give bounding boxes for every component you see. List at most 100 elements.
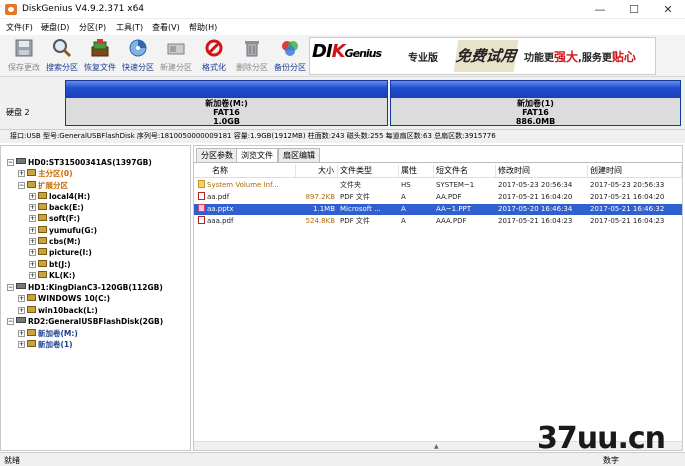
- cell-attr: A: [401, 217, 406, 225]
- tree-partition-node[interactable]: + yumufu(G:): [29, 225, 97, 236]
- close-button[interactable]: ✕: [651, 0, 685, 19]
- table-row[interactable]: System Volume Inf... 文件夹 HS SYSTEM~1 2017-05…: [194, 180, 682, 191]
- menu-disk[interactable]: 硬盘(D): [41, 22, 69, 33]
- tree-partition-node[interactable]: + KL(K:): [29, 270, 75, 281]
- partition-block-1[interactable]: 新加卷(1) FAT16 886.0MB: [390, 80, 681, 126]
- banner-slogan: 功能更强大,服务更贴心: [524, 48, 636, 65]
- col-type[interactable]: 文件类型: [338, 165, 399, 177]
- tree-partition-node[interactable]: + 新加卷(1): [18, 339, 73, 350]
- expand-icon[interactable]: +: [29, 193, 36, 200]
- expand-icon[interactable]: +: [29, 238, 36, 245]
- tab-partition-params[interactable]: 分区参数: [196, 148, 238, 162]
- cell-modified: 2017-05-20 16:46:34: [498, 205, 573, 213]
- quick-partition-icon: [128, 38, 148, 58]
- expand-icon[interactable]: +: [29, 204, 36, 211]
- collapse-icon[interactable]: −: [7, 159, 14, 166]
- col-attr[interactable]: 属性: [399, 165, 434, 177]
- tree-partition-node[interactable]: + bt(J:): [29, 259, 71, 270]
- tree-disk-node[interactable]: − HD0:ST31500341AS(1397GB): [7, 157, 152, 168]
- tree-disk-node[interactable]: − HD1:KingDianC3-120GB(112GB): [7, 282, 163, 293]
- collapse-icon[interactable]: −: [7, 284, 14, 291]
- tree-node-label: WINDOWS 10(C:): [38, 294, 111, 303]
- cell-attr: A: [401, 205, 406, 213]
- col-short-name[interactable]: 短文件名: [434, 165, 496, 177]
- expand-icon[interactable]: +: [29, 227, 36, 234]
- table-row[interactable]: aa.pptx 1.1MB Microsoft ... A AA~1.PPT 2017-0…: [194, 204, 682, 215]
- search-partition-button[interactable]: 搜索分区: [44, 37, 80, 75]
- tree-node-label: cbs(M:): [49, 237, 81, 246]
- tree-partition-node[interactable]: + cbs(M:): [29, 236, 81, 247]
- cell-attr: A: [401, 193, 406, 201]
- expand-icon[interactable]: +: [29, 261, 36, 268]
- col-modified[interactable]: 修改时间: [496, 165, 588, 177]
- partition-icon: [38, 271, 47, 278]
- scroll-arrow-icon[interactable]: ▲: [434, 443, 439, 450]
- tree-partition-node[interactable]: + 主分区(0): [18, 168, 73, 179]
- col-name[interactable]: 名称: [210, 165, 296, 177]
- tab-browse-files[interactable]: 浏览文件: [236, 148, 278, 163]
- collapse-icon[interactable]: −: [18, 182, 25, 189]
- partition-icon: [27, 340, 36, 347]
- tree-partition-node[interactable]: + 新加卷(M:): [18, 328, 78, 339]
- expand-icon[interactable]: +: [18, 330, 25, 337]
- file-table-header: 名称 大小 文件类型 属性 短文件名 修改时间 创建时间: [194, 164, 682, 178]
- menu-help[interactable]: 帮助(H): [189, 22, 217, 33]
- tree-partition-node[interactable]: + WINDOWS 10(C:): [18, 293, 110, 304]
- maximize-button[interactable]: ☐: [617, 0, 651, 19]
- menu-partition[interactable]: 分区(P): [79, 22, 106, 33]
- partition-block-m[interactable]: 新加卷(M:) FAT16 1.0GB: [65, 80, 388, 126]
- menu-view[interactable]: 查看(V): [152, 22, 180, 33]
- promo-banner[interactable]: DIKGenius 专业版 免费试用 功能更强大,服务更贴心: [309, 37, 656, 75]
- collapse-icon[interactable]: −: [7, 318, 14, 325]
- quick-partition-button[interactable]: 快速分区: [120, 37, 156, 75]
- tree-partition-node[interactable]: + win10back(L:): [18, 305, 98, 316]
- disk-icon: [16, 317, 26, 323]
- expand-icon[interactable]: +: [18, 341, 25, 348]
- expand-icon[interactable]: +: [29, 215, 36, 222]
- tree-partition-node[interactable]: − 扩展分区: [18, 180, 68, 191]
- tree-partition-node[interactable]: + local4(H:): [29, 191, 90, 202]
- save-changes-button[interactable]: 保存更改: [6, 37, 42, 75]
- site-watermark: 37uu.cn: [537, 421, 666, 456]
- table-row[interactable]: aaa.pdf 524.8KB PDF 文件 A AAA.PDF 2017-05-21 1…: [194, 216, 682, 227]
- tree-partition-node[interactable]: + soft(F:): [29, 213, 80, 224]
- expand-icon[interactable]: +: [18, 170, 25, 177]
- file-name-text: aaa.pdf: [207, 217, 234, 225]
- cell-type: Microsoft ...: [340, 205, 381, 213]
- new-partition-button[interactable]: 新建分区: [158, 37, 194, 75]
- tree-partition-node[interactable]: + back(E:): [29, 202, 84, 213]
- tree-node-label: KL(K:): [49, 271, 76, 280]
- expand-icon[interactable]: +: [29, 249, 36, 256]
- tree-disk-node[interactable]: − RD2:GeneralUSBFlashDisk(2GB): [7, 316, 163, 327]
- recover-files-button[interactable]: 恢复文件: [82, 37, 118, 75]
- cell-size: 524.8KB: [305, 217, 335, 225]
- menu-tools[interactable]: 工具(T): [116, 22, 143, 33]
- col-size[interactable]: 大小: [296, 165, 338, 177]
- expand-icon[interactable]: +: [18, 295, 25, 302]
- cell-type: 文件夹: [340, 181, 361, 189]
- partition-size: 1.0GB: [213, 117, 240, 126]
- expand-icon[interactable]: +: [29, 272, 36, 279]
- cell-modified: 2017-05-23 20:56:34: [498, 181, 573, 189]
- cell-created: 2017-05-21 16:46:32: [590, 205, 665, 213]
- format-icon: [204, 38, 224, 58]
- minimize-button[interactable]: —: [583, 0, 617, 19]
- backup-partition-button[interactable]: 备份分区: [272, 37, 308, 75]
- expand-icon[interactable]: +: [18, 307, 25, 314]
- tab-sector-editor[interactable]: 扇区编辑: [278, 148, 320, 162]
- file-browser-panel: 分区参数 浏览文件 扇区编辑 名称 大小 文件类型 属性 短文件名 修改时间 创…: [193, 145, 683, 451]
- tree-partition-node[interactable]: + picture(I:): [29, 247, 92, 258]
- format-button[interactable]: 格式化: [196, 37, 232, 75]
- cell-name: aa.pptx: [198, 204, 296, 215]
- tree-node-label: 扩展分区: [38, 181, 68, 190]
- menu-file[interactable]: 文件(F): [6, 22, 33, 33]
- tree-node-label: RD2:GeneralUSBFlashDisk(2GB): [28, 317, 164, 326]
- partition-fs: FAT16: [213, 108, 240, 117]
- col-created[interactable]: 创建时间: [588, 165, 682, 177]
- delete-partition-button[interactable]: 删除分区: [234, 37, 270, 75]
- table-row[interactable]: aa.pdf 897.2KB PDF 文件 A AA.PDF 2017-05-21 16:…: [194, 192, 682, 203]
- partition-icon: [38, 260, 47, 267]
- cell-modified: 2017-05-21 16:04:23: [498, 217, 573, 225]
- partition-icon: [38, 203, 47, 210]
- cell-type: PDF 文件: [340, 193, 370, 201]
